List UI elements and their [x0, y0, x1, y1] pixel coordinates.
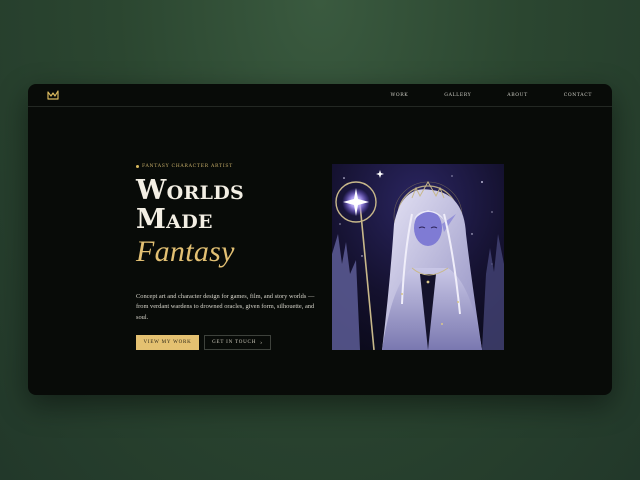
nav-link-about[interactable]: About — [507, 93, 527, 98]
chevron-right-icon: › — [260, 339, 263, 346]
hero-title-accent: Fantasy — [136, 235, 235, 269]
nav-link-work[interactable]: Work — [391, 93, 409, 98]
logo-icon[interactable] — [47, 90, 59, 100]
hero-artwork — [332, 164, 504, 350]
view-work-button[interactable]: View My Work — [136, 335, 199, 350]
get-in-touch-button[interactable]: Get in Touch › — [204, 335, 271, 350]
nav-link-gallery[interactable]: Gallery — [444, 93, 471, 98]
hero-description: Concept art and character design for gam… — [136, 293, 315, 321]
site-window: Work Gallery About Contact Fantasy Chara… — [28, 84, 612, 395]
get-in-touch-label: Get in Touch — [212, 340, 257, 345]
hero-title: Worlds Made Fantasy — [136, 176, 244, 269]
hero-title-line1: Worlds — [136, 175, 245, 206]
fantasy-character-illustration — [332, 164, 504, 350]
nav-link-contact[interactable]: Contact — [564, 93, 592, 98]
hero-title-line2: Made — [136, 204, 213, 236]
hero-eyebrow: Fantasy Character Artist — [136, 164, 233, 169]
eyebrow-text: Fantasy Character Artist — [142, 164, 233, 169]
top-nav: Work Gallery About Contact — [28, 84, 612, 107]
eyebrow-dot-icon — [136, 165, 139, 168]
nav-links: Work Gallery About Contact — [355, 84, 592, 106]
